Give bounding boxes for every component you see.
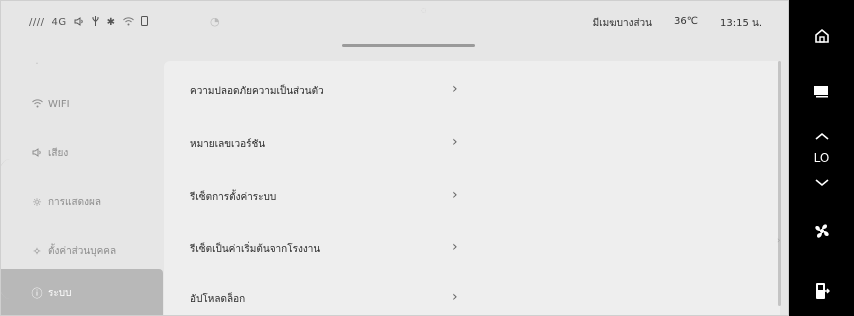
- speaker-icon: [74, 16, 84, 29]
- menu-item-label: รีเซ็ตเป็นค่าเริ่มต้นจากโรงงาน: [190, 243, 321, 255]
- door-exit-icon: [814, 283, 830, 304]
- sidebar-item-inner: ⓘ ระบบ: [30, 285, 72, 301]
- sidebar-item-label: การแสดงผล: [48, 196, 101, 208]
- sidebar-item-sound[interactable]: เสียง: [30, 143, 163, 163]
- system-settings-panel: ความปลอดภัยความเป็นส่วนตัว › หมายเลขเวอร…: [164, 61, 780, 315]
- screen-icon: [813, 86, 831, 102]
- chevron-up-icon: [814, 130, 830, 145]
- menu-item-version[interactable]: หมายเลขเวอร์ชัน ›: [190, 132, 470, 156]
- scrollbar[interactable]: [778, 61, 781, 306]
- home-button[interactable]: [789, 28, 854, 48]
- sidebar-item-label: WIFI: [48, 98, 70, 110]
- menu-item-label: รีเซ็ตการตั้งค่าระบบ: [190, 191, 277, 203]
- settings-sidebar: · WIFI เสียง ☼ การแสดงผล ✧ ตั้งค่าส่วนบุ…: [1, 39, 163, 315]
- sidebar-item-label: ตั้งค่าส่วนบุคคล: [48, 245, 117, 257]
- sidebar-item-label: ระบบ: [48, 287, 72, 299]
- signal-strength-icon: ////: [29, 17, 45, 28]
- status-left: //// 4G ✱: [29, 16, 148, 29]
- speaker-icon: [30, 147, 44, 160]
- network-type: 4G: [51, 17, 67, 28]
- partial-icon: ·: [35, 56, 39, 70]
- sidebar-item-partial[interactable]: ·: [30, 53, 163, 73]
- sidebar-item-wifi[interactable]: WIFI: [30, 94, 163, 114]
- temperature: 36℃: [674, 16, 698, 27]
- home-icon: [814, 28, 830, 48]
- chevron-right-icon: ›: [452, 239, 458, 255]
- status-right: มีเมฆบางส่วน 36℃ 13:15 น.: [593, 16, 762, 31]
- screen-toggle-button[interactable]: [789, 84, 854, 102]
- edge-chevron-icon: ›: [777, 236, 781, 246]
- wifi-icon: [122, 16, 134, 29]
- drag-handle[interactable]: [342, 44, 475, 47]
- chevron-right-icon: ›: [452, 187, 458, 203]
- phone-icon: [140, 16, 148, 29]
- status-bar: //// 4G ✱ ◔ ◌ มีเมฆบางส่วน 36℃ 13:15 น.: [1, 1, 788, 39]
- fan-level-down-button[interactable]: [789, 177, 854, 192]
- faded-app-icon: ◔: [210, 15, 220, 28]
- chevron-right-icon: ›: [452, 289, 458, 305]
- usb-icon: [91, 16, 100, 29]
- info-icon: ⓘ: [31, 287, 43, 300]
- chevron-down-icon: [814, 177, 830, 192]
- menu-item-reset-settings[interactable]: รีเซ็ตการตั้งค่าระบบ ›: [190, 185, 470, 209]
- weather-status: มีเมฆบางส่วน: [592, 18, 653, 29]
- sidebar-item-personal-settings[interactable]: ✧ ตั้งค่าส่วนบุคคล: [30, 241, 163, 261]
- menu-item-factory-reset[interactable]: รีเซ็ตเป็นค่าเริ่มต้นจากโรงงาน ›: [190, 237, 470, 261]
- bluetooth-icon: ✱: [106, 17, 116, 28]
- right-dock: LO: [789, 0, 854, 316]
- fan-level-up-button[interactable]: [789, 130, 854, 145]
- menu-item-upload-log[interactable]: อัปโหลดล็อก ›: [190, 287, 470, 311]
- faded-top-indicator: ◌: [421, 7, 427, 14]
- menu-item-label: อัปโหลดล็อก: [190, 293, 246, 305]
- personal-settings-icon: ✧: [32, 244, 42, 258]
- sun-icon: ☼: [32, 195, 42, 209]
- fan-icon: [813, 224, 831, 244]
- fan-button[interactable]: [789, 222, 854, 244]
- wifi-icon: [30, 98, 44, 111]
- settings-screen: //// 4G ✱ ◔ ◌ มีเมฆบางส่วน 36℃ 13:15 น.: [0, 0, 789, 316]
- sidebar-item-display[interactable]: ☼ การแสดงผล: [30, 192, 163, 212]
- chevron-right-icon: ›: [452, 134, 458, 150]
- seat-door-button[interactable]: [789, 282, 854, 304]
- menu-item-label: หมายเลขเวอร์ชัน: [190, 138, 266, 150]
- sidebar-item-system[interactable]: ⓘ ระบบ: [1, 269, 163, 315]
- menu-item-privacy[interactable]: ความปลอดภัยความเป็นส่วนตัว ›: [190, 79, 470, 103]
- sidebar-item-label: เสียง: [48, 147, 69, 159]
- chevron-right-icon: ›: [452, 81, 458, 97]
- fan-level-label: LO: [813, 151, 830, 165]
- clock: 13:15 น.: [719, 18, 762, 29]
- menu-item-label: ความปลอดภัยความเป็นส่วนตัว: [190, 85, 324, 97]
